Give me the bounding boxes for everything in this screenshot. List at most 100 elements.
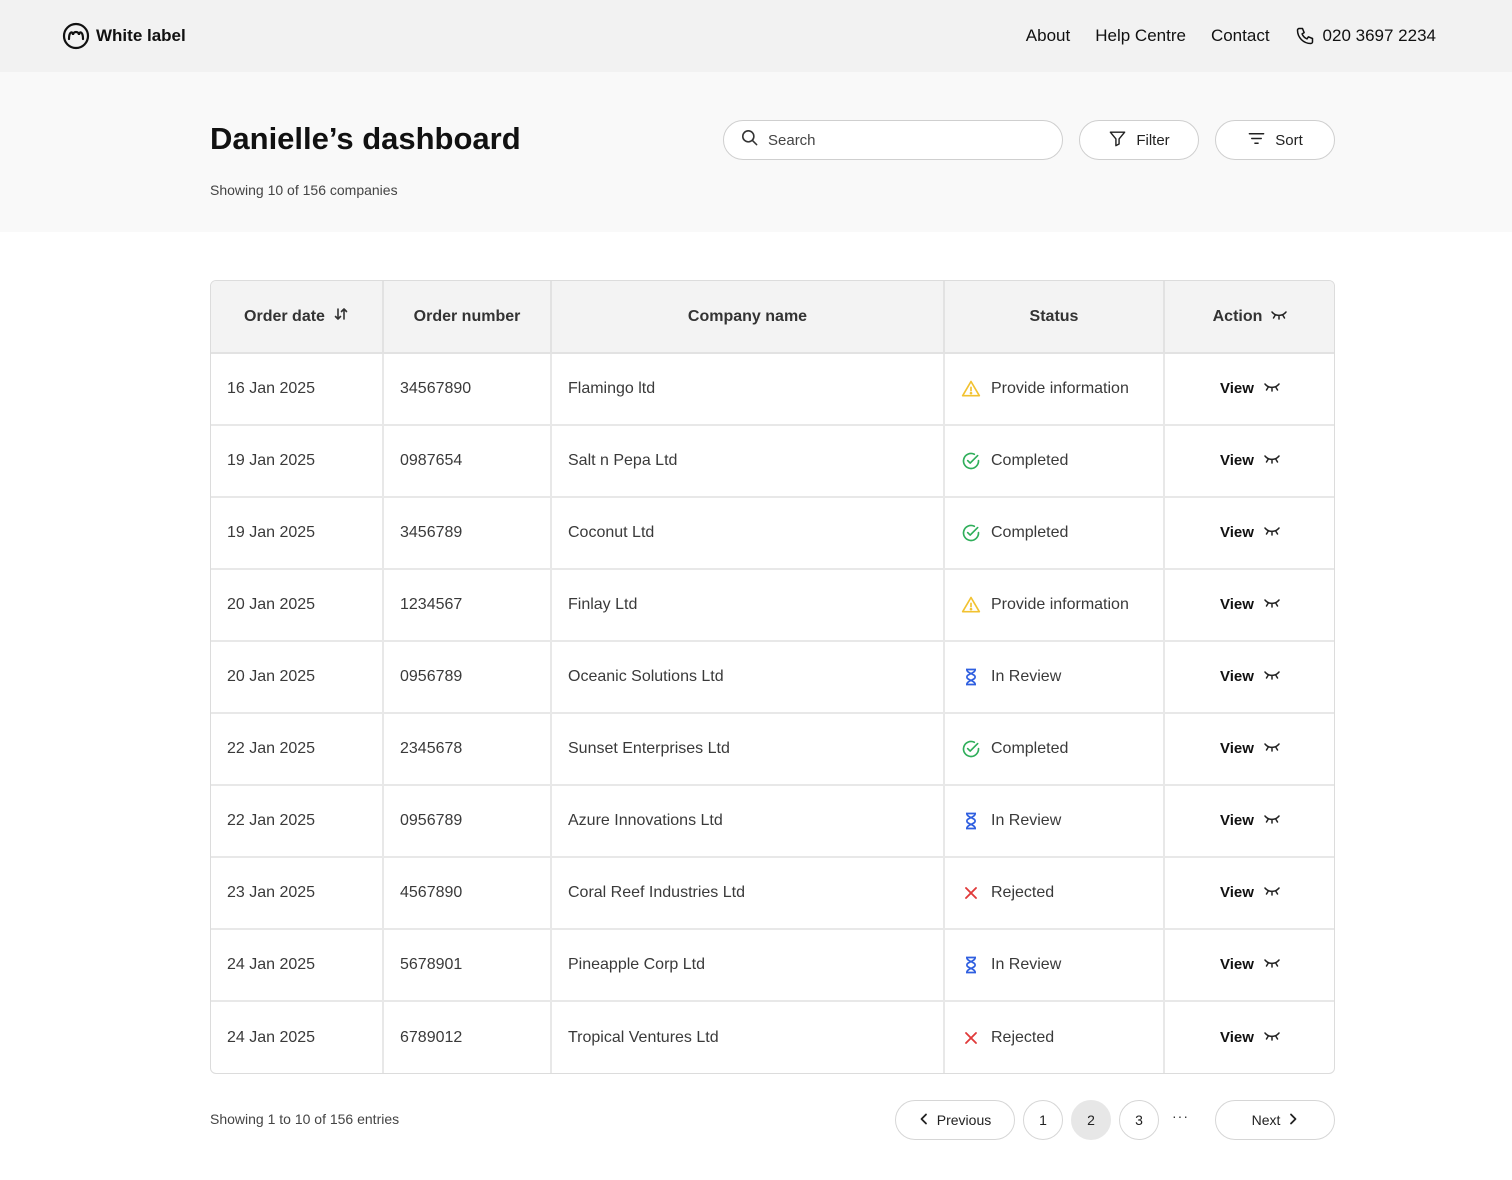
status-label: Provide information [991,380,1129,397]
status-label: Rejected [991,884,1055,901]
page-2-button[interactable]: 2 [1071,1100,1111,1140]
view-button[interactable]: View [1220,812,1281,829]
eye-closed-icon [1263,668,1281,685]
company-name-cell: Tropical Ventures Ltd [551,1001,945,1073]
action-cell: View [1164,1001,1334,1073]
view-label: View [1220,1028,1254,1046]
sort-arrows-icon[interactable] [333,306,349,327]
order-number-cell: 3456789 [383,497,552,570]
view-button[interactable]: View [1220,956,1281,973]
order-number-cell: 0956789 [383,785,552,858]
search-box[interactable] [723,120,1063,160]
view-button[interactable]: View [1220,884,1281,901]
page-3-button[interactable]: 3 [1119,1100,1159,1140]
chevron-left-icon [919,1112,929,1128]
table-header-row: Order date Order number Company name Sta… [211,281,1334,354]
col-action-label: Action [1212,307,1263,325]
table-row: 16 Jan 2025 34567890 Flamingo ltd Provid… [211,353,1334,426]
company-name-cell: Pineapple Corp Ltd [551,929,945,1002]
eye-closed-icon [1270,308,1288,326]
order-date-cell: 19 Jan 2025 [211,497,384,570]
view-button[interactable]: View [1220,452,1281,469]
view-label: View [1220,884,1254,901]
eye-closed-icon [1263,380,1281,397]
company-name-cell: Finlay Ltd [551,569,945,642]
chevron-right-icon [1288,1112,1298,1128]
status-cell: Rejected [944,1001,1165,1073]
view-label: View [1220,452,1254,469]
view-button[interactable]: View [1220,524,1281,541]
status-label: Completed [991,740,1069,757]
order-date-cell: 22 Jan 2025 [211,785,384,858]
order-number-cell: 4567890 [383,857,552,930]
view-button[interactable]: View [1220,380,1281,397]
table-row: 19 Jan 2025 0987654 Salt n Pepa Ltd Comp… [211,425,1334,498]
eye-closed-icon [1263,884,1281,901]
order-date-cell: 22 Jan 2025 [211,713,384,786]
status-cell: Completed [944,425,1165,498]
view-button[interactable]: View [1220,596,1281,613]
order-date-cell: 16 Jan 2025 [211,353,384,426]
col-action: Action [1164,281,1334,354]
phone-icon [1295,26,1315,46]
status-label: Completed [991,524,1069,541]
warning-icon [961,595,981,615]
table-row: 20 Jan 2025 0956789 Oceanic Solutions Lt… [211,641,1334,714]
order-number-cell: 34567890 [383,353,552,426]
status-cell: In Review [944,785,1165,858]
order-date-cell: 19 Jan 2025 [211,425,384,498]
check-circle-icon [961,523,981,543]
order-number-cell: 6789012 [383,1001,552,1073]
action-cell: View [1164,929,1334,1002]
table-row: 22 Jan 2025 0956789 Azure Innovations Lt… [211,785,1334,858]
entries-summary: Showing 1 to 10 of 156 entries [210,1111,400,1127]
brand-logo[interactable]: White label [62,22,186,50]
status-label: Rejected [991,1028,1055,1046]
action-cell: View [1164,857,1334,930]
sort-button[interactable]: Sort [1215,120,1335,160]
status-cell: In Review [944,929,1165,1002]
eye-closed-icon [1263,1029,1281,1046]
nav-contact-link[interactable]: Contact [1211,26,1270,46]
status-label: Completed [991,452,1069,469]
table-row: 24 Jan 2025 5678901 Pineapple Corp Ltd I… [211,929,1334,1002]
eye-closed-icon [1263,956,1281,973]
search-input[interactable] [768,131,1038,149]
brand-mark-icon [62,22,90,50]
col-order-date[interactable]: Order date [211,281,384,354]
warning-icon [961,379,981,399]
company-name-cell: Oceanic Solutions Ltd [551,641,945,714]
phone-link[interactable]: 020 3697 2234 [1295,26,1436,46]
nav-about-link[interactable]: About [1026,26,1070,46]
action-cell: View [1164,425,1334,498]
x-icon [961,883,981,903]
filter-button[interactable]: Filter [1079,120,1199,160]
view-label: View [1220,668,1254,685]
check-circle-icon [961,451,981,471]
action-cell: View [1164,785,1334,858]
phone-number: 020 3697 2234 [1322,26,1436,45]
company-name-cell: Sunset Enterprises Ltd [551,713,945,786]
sort-icon [1247,129,1266,152]
order-number-cell: 0956789 [383,641,552,714]
action-cell: View [1164,569,1334,642]
table-row: 23 Jan 2025 4567890 Coral Reef Industrie… [211,857,1334,930]
nav-help-centre-link[interactable]: Help Centre [1095,26,1186,46]
table-row: 20 Jan 2025 1234567 Finlay Ltd Provide i… [211,569,1334,642]
col-status: Status [944,281,1165,354]
page-1-button[interactable]: 1 [1023,1100,1063,1140]
view-button[interactable]: View [1220,668,1281,685]
previous-page-button[interactable]: Previous [895,1100,1015,1140]
next-label: Next [1251,1112,1281,1128]
col-order-number: Order number [383,281,552,354]
order-date-cell: 24 Jan 2025 [211,929,384,1002]
view-label: View [1220,596,1254,613]
next-page-button[interactable]: Next [1215,1100,1335,1140]
status-cell: Provide information [944,569,1165,642]
view-button[interactable]: View [1220,1029,1281,1046]
view-button[interactable]: View [1220,740,1281,757]
pagination-ellipsis: ··· [1172,1108,1189,1124]
hourglass-icon [961,667,981,687]
action-cell: View [1164,353,1334,426]
view-label: View [1220,524,1254,541]
